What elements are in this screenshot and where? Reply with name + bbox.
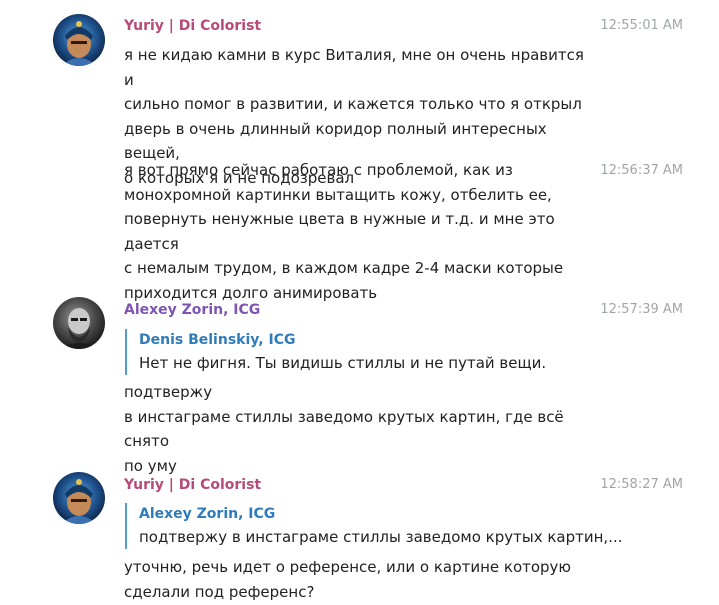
message-timestamp: 12:57:39 AM <box>600 302 683 317</box>
message-timestamp: 12:58:27 AM <box>600 477 683 492</box>
reply-quote[interactable]: Alexey Zorin, ICG подтвержу в инстаграме… <box>125 503 623 549</box>
avatar[interactable] <box>53 14 105 66</box>
chat-history: Yuriy | Di Colorist 12:55:01 AM я не кид… <box>0 0 719 605</box>
reply-quote[interactable]: Denis Belinskiy, ICG Нет не фигня. Ты ви… <box>125 329 609 375</box>
message-timestamp: 12:56:37 AM <box>600 163 683 178</box>
message-text: уточню, речь идет о референсе, или о кар… <box>124 558 572 601</box>
reply-author: Alexey Zorin, ICG <box>139 506 276 522</box>
message-text: подтвержу в инстаграме стиллы заведомо к… <box>124 383 564 475</box>
avatar-yuriy-image <box>53 472 105 524</box>
avatar-alexey-image <box>53 297 105 349</box>
message-timestamp: 12:55:01 AM <box>600 18 683 33</box>
sender-name[interactable]: Alexey Zorin, ICG <box>124 301 260 319</box>
avatar-yuriy-image <box>53 14 105 66</box>
sender-name[interactable]: Yuriy | Di Colorist <box>124 17 261 35</box>
reply-text: подтвержу в инстаграме стиллы заведомо к… <box>139 528 623 546</box>
message-text: я вот прямо сейчас работаю с проблемой, … <box>124 161 564 302</box>
reply-text: Нет не фигня. Ты видишь стиллы и не пута… <box>139 354 547 372</box>
avatar[interactable] <box>53 297 105 349</box>
reply-author: Denis Belinskiy, ICG <box>139 332 296 348</box>
avatar[interactable] <box>53 472 105 524</box>
sender-name[interactable]: Yuriy | Di Colorist <box>124 476 261 494</box>
